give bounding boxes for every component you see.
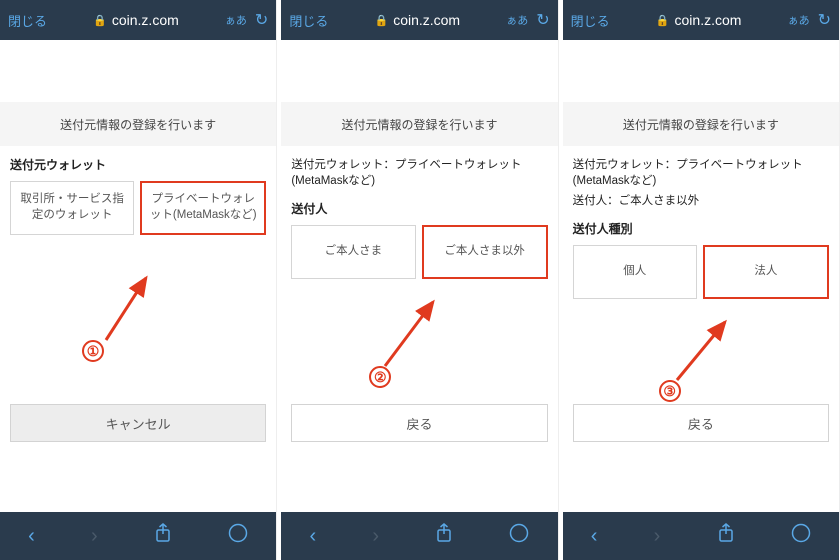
safari-icon[interactable] (791, 523, 811, 549)
forward-icon[interactable]: › (654, 525, 661, 548)
back-icon[interactable]: ‹ (309, 525, 316, 548)
lock-icon: 🔒 (374, 14, 388, 27)
close-button[interactable]: 閉じる (289, 11, 328, 30)
banner-text: 送付元情報の登録を行います (563, 102, 839, 146)
share-icon[interactable] (154, 523, 172, 549)
annotation-arrow (98, 268, 158, 348)
annotation-arrow (669, 314, 739, 388)
screen-1: 閉じる 🔒 coin.z.com ぁあ ↻ 送付元情報の登録を行います 送付元ウ… (0, 0, 277, 560)
wallet-label: 送付元ウォレット (0, 146, 276, 179)
text-size-button[interactable]: ぁあ (225, 12, 247, 28)
text-size-button[interactable]: ぁあ (506, 12, 528, 28)
safari-icon[interactable] (509, 523, 529, 549)
close-button[interactable]: 閉じる (571, 11, 610, 30)
browser-toolbar: ‹ › (0, 512, 276, 560)
browser-toolbar: ‹ › (281, 512, 557, 560)
url-text: coin.z.com (675, 12, 742, 28)
reload-icon[interactable]: ↻ (536, 10, 549, 30)
annotation-arrow (377, 294, 447, 374)
close-button[interactable]: 閉じる (8, 11, 47, 30)
reload-icon[interactable]: ↻ (818, 10, 831, 30)
option-exchange-wallet[interactable]: 取引所・サービス指定のウォレット (10, 181, 134, 235)
back-icon[interactable]: ‹ (28, 525, 35, 548)
sender-info: 送付人：ご本人さま以外 (563, 190, 839, 210)
annotation-2: ② (369, 366, 391, 388)
screen-3: 閉じる 🔒 coin.z.com ぁあ ↻ 送付元情報の登録を行います 送付元ウ… (563, 0, 840, 560)
browser-toolbar: ‹ › (563, 512, 839, 560)
url-text: coin.z.com (112, 12, 179, 28)
banner-text: 送付元情報の登録を行います (0, 102, 276, 146)
address-bar: 閉じる 🔒 coin.z.com ぁあ ↻ (0, 0, 276, 40)
annotation-1: ① (82, 340, 104, 362)
option-private-wallet[interactable]: プライベートウォレット(MetaMaskなど) (140, 181, 266, 235)
lock-icon: 🔒 (93, 14, 107, 27)
cancel-button[interactable]: キャンセル (10, 404, 266, 442)
reload-icon[interactable]: ↻ (255, 10, 268, 30)
url-text: coin.z.com (393, 12, 460, 28)
back-button[interactable]: 戻る (573, 404, 829, 442)
forward-icon[interactable]: › (372, 525, 379, 548)
option-other[interactable]: ご本人さま以外 (422, 225, 548, 279)
forward-icon[interactable]: › (91, 525, 98, 548)
screen-2: 閉じる 🔒 coin.z.com ぁあ ↻ 送付元情報の登録を行います 送付元ウ… (281, 0, 558, 560)
address-bar: 閉じる 🔒 coin.z.com ぁあ ↻ (281, 0, 557, 40)
safari-icon[interactable] (228, 523, 248, 549)
wallet-info: 送付元ウォレット：プライベートウォレット(MetaMaskなど) (563, 146, 839, 190)
banner-text: 送付元情報の登録を行います (281, 102, 557, 146)
text-size-button[interactable]: ぁあ (788, 12, 810, 28)
sender-label: 送付人 (281, 190, 557, 223)
address-bar: 閉じる 🔒 coin.z.com ぁあ ↻ (563, 0, 839, 40)
annotation-3: ③ (659, 380, 681, 402)
wallet-info: 送付元ウォレット：プライベートウォレット(MetaMaskなど) (281, 146, 557, 190)
sender-type-label: 送付人種別 (563, 210, 839, 243)
lock-icon: 🔒 (656, 14, 670, 27)
share-icon[interactable] (717, 523, 735, 549)
back-icon[interactable]: ‹ (591, 525, 598, 548)
option-self[interactable]: ご本人さま (291, 225, 415, 279)
option-individual[interactable]: 個人 (573, 245, 697, 299)
back-button[interactable]: 戻る (291, 404, 547, 442)
share-icon[interactable] (435, 523, 453, 549)
option-corporate[interactable]: 法人 (703, 245, 829, 299)
